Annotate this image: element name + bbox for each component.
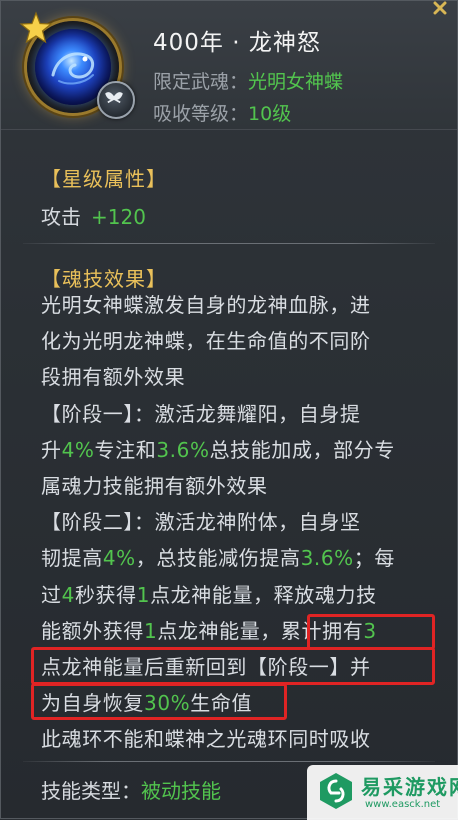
- skill-text: 升: [41, 438, 62, 462]
- skill-text-line: 过4秒获得1点龙神能量，释放魂力技: [41, 581, 377, 609]
- highlight-box-3: [31, 683, 287, 720]
- section-divider: [23, 761, 435, 762]
- watermark-title: 易采游戏网: [361, 775, 458, 799]
- dragon-swirl-icon: [51, 52, 95, 85]
- star-icon: [19, 11, 53, 44]
- item-header: 400年 · 龙神怒 限定武魂：光明女神蝶 吸收等级：10级: [1, 1, 457, 130]
- skill-text: 总技能加成，部分专: [209, 438, 395, 462]
- item-title: 400年 · 龙神怒: [153, 30, 321, 56]
- attack-label: 攻击: [41, 205, 81, 229]
- skill-text: 【阶段一】：激活龙舞耀阳，自身提: [41, 402, 361, 426]
- corner-ornament-icon: [433, 1, 447, 15]
- skill-type-value: 被动技能: [141, 779, 221, 803]
- skill-text: ；每: [353, 546, 395, 570]
- soul-ring-icon: [19, 11, 135, 119]
- level-row: 吸收等级：10级: [153, 99, 291, 126]
- skill-text: ，总技能减伤提高: [135, 546, 301, 570]
- skill-text-line: 光明女神蝶激发自身的龙神血脉，进: [41, 291, 371, 319]
- skill-text: 光明女神蝶激发自身的龙神血脉，进: [41, 293, 371, 317]
- section-divider: [23, 243, 435, 244]
- skill-text: 点龙神能量，释放魂力技: [150, 583, 377, 607]
- skill-value: 3.6%: [156, 438, 210, 462]
- skill-text: 化为光明龙神蝶，在生命值的不同阶: [41, 329, 371, 353]
- skill-type-label: 技能类型：: [41, 779, 141, 803]
- skill-type-row: 技能类型：被动技能: [41, 775, 221, 804]
- spirit-badge-icon: [97, 81, 135, 119]
- skill-text: 过: [41, 583, 62, 607]
- watermark-url: www.easck.net: [365, 799, 441, 810]
- skill-text: 韧提高: [41, 546, 103, 570]
- skill-value: 4: [61, 583, 75, 607]
- tooltip-panel: 400年 · 龙神怒 限定武魂：光明女神蝶 吸收等级：10级 【星级属性】 攻击…: [0, 0, 458, 820]
- skill-value: 3.6%: [300, 546, 354, 570]
- level-value: 10级: [248, 103, 292, 125]
- skill-text-line: 升4%专注和3.6%总技能加成，部分专: [41, 436, 395, 464]
- skill-text: 属魂力技能拥有额外效果: [41, 474, 268, 498]
- skill-text-line: 此魂环不能和蝶神之光魂环同时吸收: [41, 725, 371, 753]
- spirit-label: 限定武魂：: [153, 71, 249, 93]
- skill-text: 【阶段二】：激活龙神附体，自身坚: [41, 510, 361, 534]
- skill-value: 1: [136, 583, 151, 607]
- site-logo-icon: [320, 773, 352, 809]
- skill-section-title: 【魂技效果】: [41, 267, 167, 291]
- skill-text-line: 韧提高4%，总技能减伤提高3.6%；每: [41, 544, 395, 572]
- highlight-box-2: [31, 647, 435, 685]
- skill-text: 此魂环不能和蝶神之光魂环同时吸收: [41, 727, 371, 751]
- skill-value: 1: [144, 619, 158, 643]
- star-section-title: 【星级属性】: [41, 167, 167, 191]
- spirit-row: 限定武魂：光明女神蝶: [153, 67, 343, 94]
- skill-value: 4%: [61, 438, 95, 462]
- attack-value: +120: [91, 205, 146, 229]
- skill-text-line: 【阶段一】：激活龙舞耀阳，自身提: [41, 400, 361, 428]
- skill-value: 4%: [102, 546, 136, 570]
- attack-stat-row: 攻击 +120: [41, 201, 146, 230]
- skill-text: 段拥有额外效果: [41, 365, 186, 389]
- skill-text-line: 化为光明龙神蝶，在生命值的不同阶: [41, 327, 371, 355]
- skill-text: 能额外获得: [41, 619, 144, 643]
- level-label: 吸收等级：: [153, 103, 249, 125]
- skill-text-line: 属魂力技能拥有额外效果: [41, 472, 268, 500]
- skill-text-line: 段拥有额外效果: [41, 363, 185, 391]
- spirit-value: 光明女神蝶: [248, 71, 344, 93]
- highlight-box-1: [307, 614, 435, 650]
- site-watermark: 易采游戏网 www.easck.net: [307, 765, 458, 820]
- skill-text: 专注和: [94, 438, 157, 462]
- skill-text-line: 【阶段二】：激活龙神附体，自身坚: [41, 508, 361, 536]
- skill-text: 秒获得: [74, 583, 137, 607]
